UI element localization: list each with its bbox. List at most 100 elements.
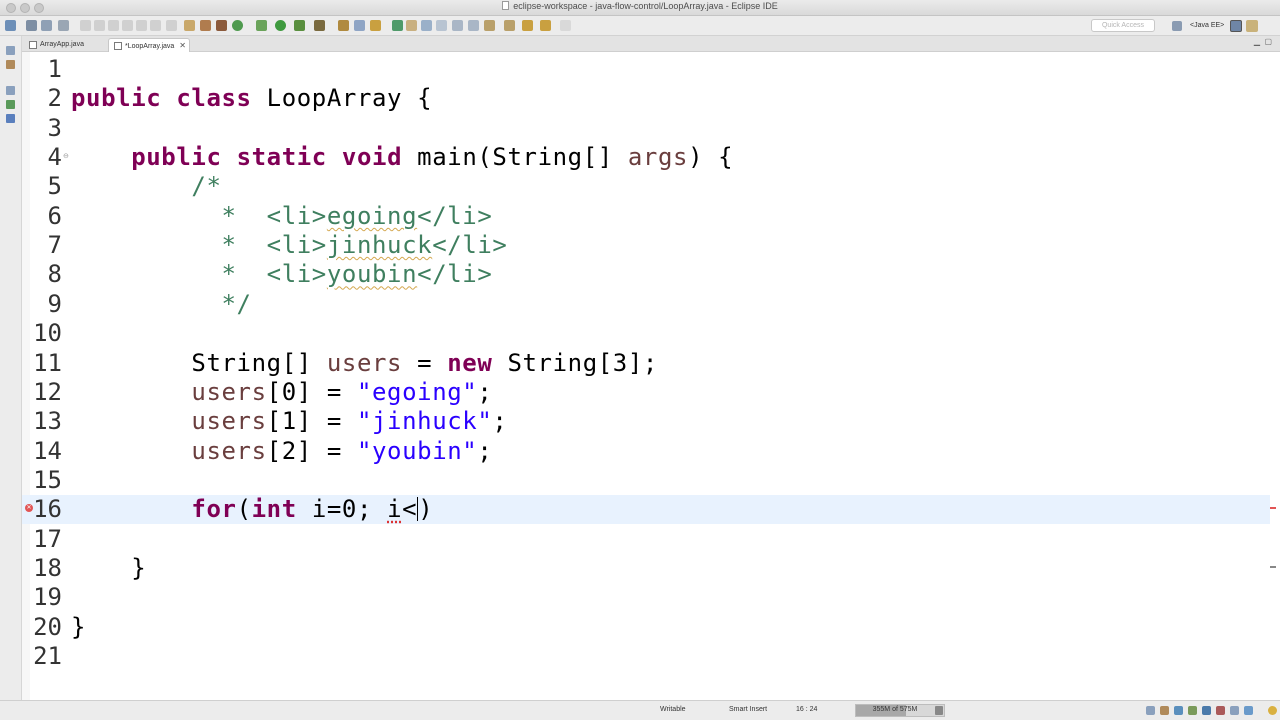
java-editor[interactable]: 1 2 public class LoopArray {3 4 public stat… [22, 52, 1280, 700]
save-all-icon[interactable] [41, 20, 52, 31]
step-return-icon[interactable] [150, 20, 161, 31]
servers-icon[interactable] [6, 100, 15, 109]
code-line[interactable]: 1 [22, 55, 1270, 84]
code-line[interactable]: 9 */ [22, 290, 1270, 319]
code-line[interactable]: 19 [22, 583, 1270, 612]
overview-error-marker[interactable] [1270, 507, 1276, 509]
settings-icon[interactable] [256, 20, 267, 31]
console-icon[interactable] [1174, 706, 1183, 715]
drop-to-frame-icon[interactable] [166, 20, 177, 31]
code-line[interactable]: 11 String[] users = new String[3]; [22, 349, 1270, 378]
suspend-icon[interactable] [94, 20, 105, 31]
new-icon[interactable] [5, 20, 16, 31]
tab-looparray[interactable]: *LoopArray.java ✕ [108, 38, 190, 52]
open-type-icon[interactable] [370, 20, 381, 31]
status-bar: Writable Smart Insert 16 : 24 355M of 57… [0, 700, 1280, 720]
code-line[interactable]: 10 [22, 319, 1270, 348]
code-line[interactable]: 20} [22, 613, 1270, 642]
toggle-block-icon[interactable] [421, 20, 432, 31]
save-icon[interactable] [26, 20, 37, 31]
markers-icon[interactable] [1230, 706, 1239, 715]
annotation-icon[interactable] [452, 20, 463, 31]
progress-icon[interactable] [1146, 706, 1155, 715]
open-perspective-icon[interactable] [1172, 21, 1182, 31]
pin-icon[interactable] [560, 20, 571, 31]
terminal-icon[interactable] [1202, 706, 1211, 715]
prev-annotation-icon[interactable] [484, 20, 495, 31]
code-line[interactable]: 15 [22, 466, 1270, 495]
code-line[interactable]: 21 [22, 642, 1270, 671]
quick-access-input[interactable]: Quick Access [1091, 19, 1155, 32]
overview-marker[interactable] [1270, 566, 1276, 568]
build-icon[interactable] [184, 20, 195, 31]
debug-icon[interactable] [232, 20, 243, 31]
minimize-view-icon[interactable]: ▁ [1254, 37, 1260, 46]
back-icon[interactable] [522, 20, 533, 31]
code-line[interactable]: 13 users[1] = "jinhuck"; [22, 407, 1270, 436]
line-number: 17 [33, 524, 62, 553]
line-number: 7 [47, 231, 62, 260]
outline-icon[interactable] [6, 60, 15, 69]
forward-icon[interactable] [540, 20, 551, 31]
last-edit-icon[interactable] [504, 20, 515, 31]
next-annotation-icon[interactable] [468, 20, 479, 31]
code-line[interactable]: 12 users[0] = "egoing"; [22, 378, 1270, 407]
code-text: */ [71, 290, 252, 319]
code-text: } [71, 554, 146, 583]
close-tab-icon[interactable]: ✕ [179, 39, 186, 52]
step-over-icon[interactable] [136, 20, 147, 31]
line-number: 15 [33, 465, 62, 494]
run-icon[interactable] [275, 20, 286, 31]
step-into-icon[interactable] [122, 20, 133, 31]
perspective-java-ee[interactable]: <Java EE> [1190, 19, 1224, 33]
resume-icon[interactable] [108, 20, 119, 31]
fold-toggle-icon[interactable]: ⊖ [63, 152, 69, 160]
terminate-icon[interactable] [80, 20, 91, 31]
search-icon[interactable] [392, 20, 403, 31]
code-token: * <li> [206, 201, 327, 230]
java-file-icon [29, 41, 37, 49]
data-source-icon[interactable] [1244, 706, 1253, 715]
code-line[interactable]: 3 [22, 114, 1270, 143]
external-tools-icon[interactable] [314, 20, 325, 31]
code-line[interactable]: 18 } [22, 554, 1270, 583]
mark-occurrences-icon[interactable] [406, 20, 417, 31]
tab-arrayapp[interactable]: ArrayApp.java [24, 38, 108, 52]
servers-status-icon[interactable] [1216, 706, 1225, 715]
server-icon[interactable] [200, 20, 211, 31]
task-list-icon[interactable] [6, 114, 15, 123]
code-line[interactable]: 16 for(int i=0; i<) [22, 495, 1270, 525]
code-line[interactable]: 17 [22, 525, 1270, 554]
code-token: [0] = [266, 377, 357, 406]
maximize-view-icon[interactable]: ▢ [1264, 37, 1272, 46]
new-class-icon[interactable] [354, 20, 365, 31]
code-line[interactable]: 7 * <li>jinhuck</li> [22, 231, 1270, 260]
error-icon[interactable]: ✕ [25, 504, 33, 512]
package-explorer-icon[interactable] [6, 46, 15, 55]
code-line[interactable]: 6 * <li>egoing</li> [22, 202, 1270, 231]
code-token: ; [477, 436, 493, 465]
code-line[interactable]: 8 * <li>youbin</li> [22, 260, 1270, 289]
code-line[interactable]: 14 users[2] = "youbin"; [22, 437, 1270, 466]
debug-perspective-icon[interactable] [1246, 20, 1258, 32]
code-line[interactable]: 5 /* [22, 172, 1270, 201]
heap-status[interactable]: 355M of 575M [855, 704, 945, 717]
tasks-icon[interactable] [1188, 706, 1197, 715]
code-line[interactable]: 2 public class LoopArray { [22, 84, 1270, 113]
problems-icon[interactable] [1160, 706, 1169, 715]
java-perspective-icon[interactable] [1230, 20, 1242, 32]
code-token: class [176, 84, 252, 113]
code-text: for(int i=0; i<) [71, 495, 433, 524]
hierarchy-icon[interactable] [6, 86, 15, 95]
line-number: 12 [33, 377, 62, 406]
show-whitespace-icon[interactable] [436, 20, 447, 31]
line-number: 20 [33, 612, 62, 641]
tools-icon[interactable] [216, 20, 227, 31]
open-package-icon[interactable] [338, 20, 349, 31]
tip-icon[interactable] [1268, 706, 1277, 715]
code-line[interactable]: 4 public static void main(String[] args)… [22, 143, 1270, 172]
garbage-collect-icon[interactable] [935, 706, 943, 715]
run-profile-icon[interactable] [294, 20, 305, 31]
skip-breakpoints-icon[interactable] [58, 20, 69, 31]
